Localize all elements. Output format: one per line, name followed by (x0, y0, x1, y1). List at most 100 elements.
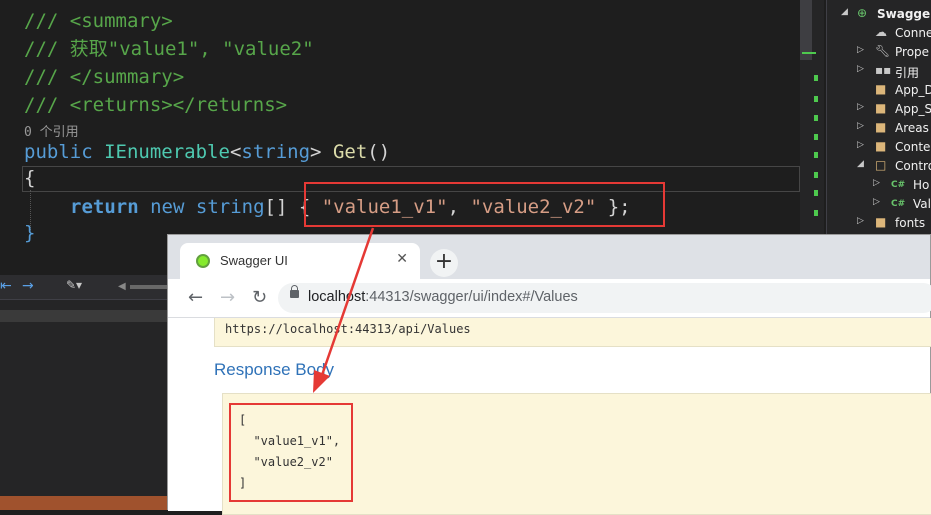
output-panel (0, 300, 170, 510)
forward-icon[interactable]: → (220, 287, 235, 308)
code-comment-returns: /// <returns></returns> (24, 94, 288, 116)
tab-title: Swagger UI (220, 253, 288, 268)
tree-item-content[interactable]: ▷ ■ Conter (827, 138, 931, 157)
collapsed-arrow-icon[interactable]: ▷ (857, 102, 864, 112)
url-host: localhost (308, 289, 366, 305)
method-name-get: Get (332, 141, 368, 163)
cloud-icon: ☁ (875, 25, 887, 39)
code-comment-summary-text: /// 获取"value1", "value2" (24, 38, 314, 60)
code-brace-open: { (24, 167, 36, 189)
editor-vertical-scrollbar[interactable] (800, 0, 824, 240)
tree-item-label: Contro (895, 159, 931, 173)
tree-item-label: Swagger (877, 7, 931, 21)
tree-item-label: Ho (913, 178, 930, 192)
folder-open-icon: □ (875, 158, 887, 172)
tree-item-label: fonts (895, 216, 926, 230)
collapsed-arrow-icon[interactable]: ▷ (857, 216, 864, 226)
swagger-favicon-icon (196, 254, 210, 268)
reload-icon[interactable]: ↻ (252, 287, 267, 308)
collapsed-arrow-icon[interactable]: ▷ (857, 64, 864, 74)
scroll-left-icon[interactable]: ◀ (118, 281, 126, 292)
tree-item-values-controller[interactable]: ▷ C# Val (827, 195, 931, 214)
solution-explorer: ◢ ⊕ Swagger ☁ Conne ▷ 🔧︎ Prope ▷ ▪▪ 引用 ■… (826, 0, 931, 240)
tree-item-label: Conter (895, 140, 931, 154)
address-bar[interactable]: localhost:44313/swagger/ui/index#/Values (278, 283, 931, 313)
browser-toolbar: ← → ↻ localhost:44313/swagger/ui/index#/… (168, 279, 931, 318)
tree-item-fonts[interactable]: ▷ ■ fonts (827, 214, 931, 233)
tree-item-references[interactable]: ▷ ▪▪ 引用 (827, 62, 931, 81)
code-comment-summary-close: /// </summary> (24, 66, 185, 88)
code-comment-summary-open: /// <summary> (24, 10, 173, 32)
tree-item-label: App_D (895, 83, 931, 97)
annotation-box-code (304, 182, 665, 227)
lock-icon[interactable] (290, 285, 299, 298)
tree-item-label: App_S (895, 102, 931, 116)
keyword-string: string (241, 141, 311, 163)
request-url: https://localhost:44313/api/Values (225, 322, 471, 336)
folder-icon: ■ (875, 120, 887, 134)
scrollbar-thumb[interactable] (800, 0, 812, 60)
collapsed-arrow-icon[interactable]: ▷ (857, 45, 864, 55)
change-marker (814, 96, 818, 102)
csharp-file-icon: C# (891, 180, 906, 190)
change-marker (814, 115, 818, 121)
tree-item-label: Conne (895, 26, 931, 40)
tree-item-app-data[interactable]: ■ App_D (827, 81, 931, 100)
tree-item-project[interactable]: ◢ ⊕ Swagger (827, 5, 931, 24)
collapsed-arrow-icon[interactable]: ▷ (873, 178, 880, 188)
method-parens: () (367, 141, 391, 163)
folder-icon: ■ (875, 101, 887, 115)
collapsed-arrow-icon[interactable]: ▷ (857, 121, 864, 131)
code-method-signature: public IEnumerable<string> Get() (24, 139, 390, 165)
change-marker (814, 172, 818, 178)
scroll-marker (802, 52, 816, 54)
folder-icon: ■ (875, 82, 887, 96)
url-path: :44313/swagger/ui/index#/Values (365, 289, 578, 305)
request-url-box: https://localhost:44313/api/Values (214, 318, 931, 347)
tree-item-label: 引用 (895, 66, 920, 80)
type-ienumerable: IEnumerable (104, 141, 230, 163)
change-marker (814, 134, 818, 140)
arrow-right-icon[interactable]: → (22, 278, 34, 294)
tree-item-home-controller[interactable]: ▷ C# Ho (827, 176, 931, 195)
panel-footer (0, 496, 170, 510)
folder-icon: ■ (875, 139, 887, 153)
tree-item-connected[interactable]: ☁ Conne (827, 24, 931, 43)
collapsed-arrow-icon[interactable]: ▷ (857, 140, 864, 150)
folder-icon: ■ (875, 215, 887, 229)
panel-header (0, 310, 170, 322)
pin-dropdown-icon[interactable]: ✎▾ (66, 278, 82, 292)
new-tab-button[interactable]: + (430, 249, 458, 277)
change-marker (814, 152, 818, 158)
keyword-new: new (150, 196, 185, 218)
keyword-return: return (70, 196, 139, 218)
tab-close-icon[interactable]: ✕ (396, 251, 408, 267)
horizontal-scrollbar[interactable] (130, 285, 170, 289)
expanded-arrow-icon[interactable]: ◢ (841, 7, 848, 17)
tab-swagger-ui[interactable]: Swagger UI ✕ (180, 243, 420, 279)
change-marker (814, 75, 818, 81)
arrow-left-icon[interactable]: ⇤ (0, 278, 12, 294)
keyword-string-array: string (195, 196, 265, 218)
code-brace-close: } (24, 222, 36, 244)
generic-close: > (310, 141, 322, 163)
generic-open: < (229, 141, 242, 163)
references-icon: ▪▪ (875, 63, 892, 77)
keyword-public: public (24, 141, 93, 163)
codelens-references[interactable]: 0 个引用 (24, 121, 79, 140)
expanded-arrow-icon[interactable]: ◢ (857, 159, 864, 169)
wrench-icon: 🔧︎ (875, 44, 891, 58)
annotation-box-response (229, 403, 353, 502)
url-text[interactable]: localhost:44313/swagger/ui/index#/Values (308, 289, 578, 305)
tree-item-controllers[interactable]: ◢ □ Contro (827, 157, 931, 176)
editor-tool-strip: ⇤ → ✎▾ ◀ (0, 275, 170, 300)
tree-item-properties[interactable]: ▷ 🔧︎ Prope (827, 43, 931, 62)
change-marker (814, 210, 818, 216)
back-icon[interactable]: ← (188, 287, 203, 308)
tab-strip: Swagger UI ✕ + (168, 235, 930, 279)
tree-item-areas[interactable]: ▷ ■ Areas (827, 119, 931, 138)
collapsed-arrow-icon[interactable]: ▷ (873, 197, 880, 207)
web-project-icon: ⊕ (857, 6, 868, 20)
csharp-file-icon: C# (891, 199, 906, 209)
tree-item-app-start[interactable]: ▷ ■ App_S (827, 100, 931, 119)
